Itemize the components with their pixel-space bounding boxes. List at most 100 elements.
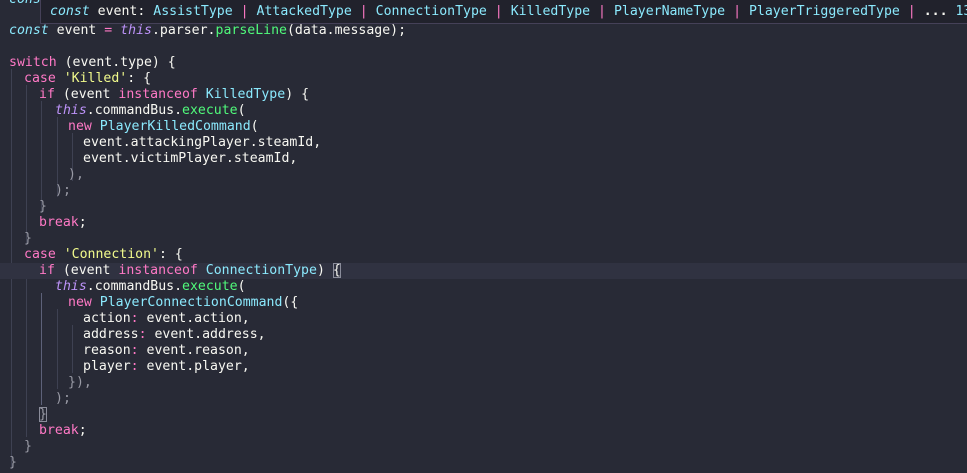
indent-guide — [41, 101, 42, 213]
code-line-attacking: event.attackingPlayer.steamId, — [83, 135, 967, 151]
indent-guide — [72, 325, 73, 373]
punct-dot: . — [151, 23, 160, 38]
code-line-close-connection-obj: }), — [68, 375, 967, 391]
code-line-switch: switch (event.type) { — [9, 55, 967, 71]
code-line-parse: const event = this.parser.parseLine(data… — [9, 23, 967, 39]
colon: : — [130, 343, 147, 358]
brace-close: } — [9, 455, 17, 470]
keyword-instanceof: instanceof — [118, 87, 198, 102]
keyword-case: case — [24, 71, 56, 86]
hover-type: KilledType — [510, 4, 591, 19]
keyword-this: this — [55, 103, 87, 118]
code-line-prop-reason: reason: event.reason, — [83, 343, 967, 359]
code-line-close-case-killed: } — [24, 231, 967, 247]
property-command-bus: .commandBus. — [86, 279, 183, 294]
hover-ellipsis[interactable]: ... — [924, 4, 948, 19]
code-line-close-if-connection: } — [39, 407, 967, 423]
brace-open-matched: { — [332, 263, 341, 278]
code-line-new-connection: new PlayerConnectionCommand({ — [68, 295, 967, 311]
code-line-close-if-killed: } — [39, 199, 967, 215]
code-line-break-killed: break; — [39, 215, 967, 231]
colon: : — [130, 359, 147, 374]
hover-type: ConnectionType — [375, 4, 487, 19]
code-line-case-connection: case 'Connection': { — [24, 247, 967, 263]
hover-type: AssistType — [153, 4, 233, 19]
hover-separator: | — [240, 4, 249, 19]
class-player-killed-command: PlayerKilledCommand — [99, 119, 251, 134]
object-close: }), — [68, 375, 92, 390]
string-connection: 'Connection' — [63, 247, 159, 262]
arg-attacking-player: event.attackingPlayer.steamId, — [83, 135, 322, 150]
property-parser: parser — [159, 23, 208, 38]
prop-key: address — [83, 327, 139, 342]
keyword-new: new — [68, 119, 92, 134]
code-line-if-connection[interactable]: if (event instanceof ConnectionType) { — [0, 263, 967, 279]
indent-guide — [26, 85, 27, 245]
code-line-new-killed: new PlayerKilledCommand( — [68, 119, 967, 135]
paren-open: ( — [250, 119, 259, 134]
code-line-prop-action: action: event.action, — [83, 311, 967, 327]
property-command-bus: .commandBus. — [86, 103, 183, 118]
keyword-case: case — [24, 247, 56, 262]
hover-type: AttackedType — [256, 4, 352, 19]
code-line-close-case-connection: } — [24, 439, 967, 455]
indent-guide — [57, 309, 58, 389]
arg-victim-player: event.victimPlayer.steamId, — [83, 151, 298, 166]
function-parseLine: parseLine — [215, 23, 287, 38]
prop-value: event.address, — [154, 327, 266, 342]
identifier-event: event — [56, 23, 97, 38]
class-connection-type: ConnectionType — [205, 263, 317, 278]
colon: : — [130, 311, 147, 326]
class-player-connection-command: PlayerConnectionCommand — [99, 295, 283, 310]
hover-more-count[interactable]: 13 more — [955, 4, 967, 19]
type-hover-tooltip[interactable]: const event: AssistType | AttackedType |… — [40, 0, 967, 24]
code-line-if-killed: if (event instanceof KilledType) { — [39, 87, 967, 103]
brace-close: } — [24, 231, 32, 246]
hover-separator: | — [598, 4, 606, 19]
function-execute: execute — [182, 103, 238, 118]
code-line-close-switch: } — [9, 455, 967, 471]
hover-decl: const — [50, 4, 90, 19]
paren-semicolon: ); — [55, 391, 71, 406]
if-close: ) — [285, 87, 302, 102]
code-editor[interactable]: const const event = this.parser.parseLin… — [0, 0, 967, 473]
switch-expression: (event.type) { — [56, 55, 176, 70]
object-open: ({ — [282, 295, 299, 310]
code-line-prop-address: address: event.address, — [83, 327, 967, 343]
hover-type: PlayerTriggeredType — [748, 4, 900, 19]
hover-separator: | — [733, 4, 742, 19]
keyword-if: if — [39, 87, 55, 102]
function-execute: execute — [182, 279, 238, 294]
if-close: ) — [316, 263, 333, 278]
semicolon: ; — [78, 215, 87, 230]
case-tail: : { — [127, 71, 152, 86]
code-line-execute-connection: this.commandBus.execute( — [55, 279, 967, 295]
paren-open: ( — [237, 103, 246, 118]
case-tail: : { — [159, 247, 183, 262]
code-line-victim: event.victimPlayer.steamId, — [83, 151, 967, 167]
keyword-instanceof: instanceof — [118, 263, 198, 278]
prop-value: event.reason, — [146, 343, 250, 358]
hover-separator: | — [907, 4, 916, 19]
paren-semicolon: ); — [55, 183, 71, 198]
indent-guide — [41, 293, 42, 405]
semicolon: ; — [78, 423, 87, 438]
code-line-close-execute-connection: ); — [55, 391, 967, 407]
keyword-break: break — [39, 423, 79, 438]
operator-assign: = — [96, 23, 121, 38]
paren-open: ( — [237, 279, 246, 294]
colon: : — [138, 327, 155, 342]
class-killed-type: KilledType — [205, 87, 286, 102]
hover-identifier: event — [97, 4, 138, 19]
punct-dot: . — [207, 23, 216, 38]
keyword-switch: switch — [9, 55, 57, 70]
keyword-new: new — [68, 295, 92, 310]
code-line-prop-player: player: event.player, — [83, 359, 967, 375]
prop-key: reason — [83, 343, 131, 358]
keyword-if: if — [39, 263, 55, 278]
if-open: (event — [54, 87, 119, 102]
hover-colon: : — [137, 4, 146, 19]
code-line-break-connection: break; — [39, 423, 967, 439]
brace-open: { — [301, 87, 310, 102]
brace-close: } — [39, 199, 47, 214]
